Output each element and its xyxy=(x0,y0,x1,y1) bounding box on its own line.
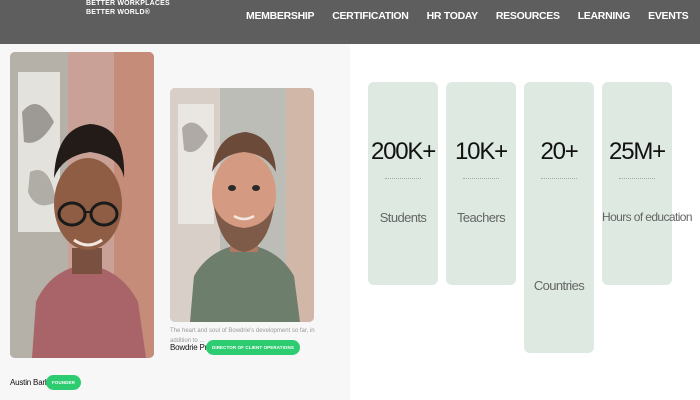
nav-item-certification[interactable]: CERTIFICATION xyxy=(332,10,409,22)
stat-label: Teachers xyxy=(457,210,506,225)
stat-divider xyxy=(541,178,577,179)
member-bio: The heart and soul of Bowdrie's developm… xyxy=(170,328,315,344)
main-nav: MEMBERSHIP CERTIFICATION HR TODAY RESOUR… xyxy=(246,7,700,24)
site-logo[interactable]: BETTER WORKPLACES BETTER WORLD® xyxy=(86,0,170,17)
role-badge: FOUNDER xyxy=(46,375,81,390)
stat-divider xyxy=(463,178,499,179)
member-photo-austin xyxy=(10,52,154,358)
nav-item-learning[interactable]: LEARNING xyxy=(578,10,631,22)
logo-line-1: BETTER WORKPLACES xyxy=(86,0,170,7)
nav-item-resources[interactable]: RESOURCES xyxy=(496,10,560,22)
nav-item-events[interactable]: EVENTS xyxy=(648,10,689,22)
stat-value: 25M+ xyxy=(609,138,666,165)
nav-item-hr-today[interactable]: HR TODAY xyxy=(427,10,479,22)
stat-value: 10K+ xyxy=(455,138,508,165)
stat-label: Hours of education xyxy=(602,210,693,224)
stat-value: 200K+ xyxy=(370,138,436,165)
stat-card-countries: 20+ Countries xyxy=(524,82,594,353)
stat-card-students: 200K+ Students xyxy=(368,82,438,285)
logo-line-2: BETTER WORLD® xyxy=(86,9,151,16)
stat-label: Students xyxy=(379,210,427,225)
stat-value: 20+ xyxy=(540,138,578,165)
member-photo-bowdrie xyxy=(170,88,314,322)
stat-divider xyxy=(385,178,421,179)
stat-card-hours: 25M+ Hours of education xyxy=(602,82,693,285)
nav-item-membership[interactable]: MEMBERSHIP xyxy=(246,10,314,22)
stat-label: Countries xyxy=(533,278,585,293)
stat-divider xyxy=(619,178,655,179)
top-navigation-bar: BETTER WORKPLACES BETTER WORLD® MEMBERSH… xyxy=(0,0,700,44)
stat-card-teachers: 10K+ Teachers xyxy=(446,82,516,285)
